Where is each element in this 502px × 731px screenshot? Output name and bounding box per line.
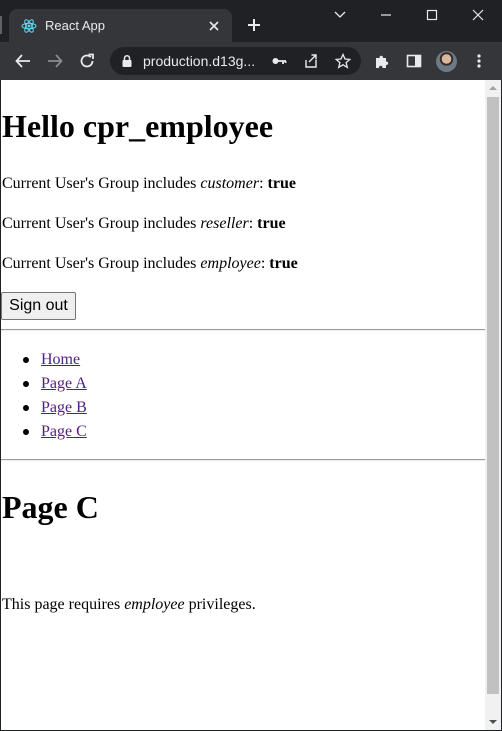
avatar[interactable] <box>436 51 457 72</box>
group-separator: : <box>260 255 270 272</box>
lock-icon[interactable] <box>120 54 134 68</box>
nav-link-page-b[interactable]: Page B <box>41 399 87 416</box>
share-icon[interactable] <box>302 52 320 70</box>
section-title: Page C <box>2 489 99 525</box>
group-name: reseller <box>200 215 249 232</box>
divider-bottom <box>1 459 485 461</box>
list-item: Page C <box>1 420 87 444</box>
browser-tab[interactable]: React App <box>9 9 232 42</box>
close-icon[interactable] <box>204 16 224 36</box>
nav-link-home[interactable]: Home <box>41 351 80 368</box>
group-separator: : <box>248 215 258 232</box>
group-prefix: Current User's Group includes <box>2 215 201 232</box>
group-prefix: Current User's Group includes <box>2 255 201 272</box>
notice-suffix: privileges. <box>184 596 256 613</box>
sign-out-button[interactable]: Sign out <box>1 292 76 320</box>
page-viewport: Hello cpr_employee Current User's Group … <box>1 80 501 730</box>
group-line-employee: Current User's Group includes employee: … <box>2 255 298 273</box>
vertical-scrollbar[interactable] <box>485 80 501 730</box>
group-value: true <box>257 215 286 232</box>
group-prefix: Current User's Group includes <box>2 175 201 192</box>
arrow-left-icon[interactable] <box>11 49 35 73</box>
maximize-icon[interactable] <box>422 5 442 25</box>
key-icon[interactable] <box>270 52 288 70</box>
browser-toolbar: production.d13g... <box>0 42 502 80</box>
side-panel-icon[interactable] <box>402 49 426 73</box>
notice-role: employee <box>124 596 185 613</box>
group-value: true <box>269 255 298 272</box>
group-line-customer: Current User's Group includes customer: … <box>2 175 296 193</box>
page-title: Hello cpr_employee <box>2 108 274 144</box>
star-icon[interactable] <box>334 52 352 70</box>
minimize-icon[interactable] <box>376 5 396 25</box>
divider-top <box>1 329 485 331</box>
list-item: Home <box>1 348 87 372</box>
tab-title: React App <box>45 18 105 33</box>
address-bar[interactable]: production.d13g... <box>110 47 361 75</box>
privilege-notice: This page requires employee privileges. <box>2 596 256 614</box>
kebab-menu-icon[interactable] <box>467 49 491 73</box>
browser-title-bar: React App <box>0 0 502 42</box>
page-content: Hello cpr_employee Current User's Group … <box>1 80 485 730</box>
close-icon[interactable] <box>468 5 488 25</box>
react-logo-icon <box>21 18 37 34</box>
scroll-down-arrow-icon[interactable] <box>485 714 501 730</box>
nav-link-page-a[interactable]: Page A <box>41 375 87 392</box>
scrollbar-thumb[interactable] <box>487 97 499 694</box>
arrow-right-icon[interactable] <box>43 49 67 73</box>
notice-prefix: This page requires <box>2 596 125 613</box>
url-text[interactable]: production.d13g... <box>143 53 255 69</box>
group-line-reseller: Current User's Group includes reseller: … <box>2 215 286 233</box>
group-name: employee <box>200 255 261 272</box>
puzzle-icon[interactable] <box>370 49 394 73</box>
list-item: Page B <box>1 396 87 420</box>
tab-edge <box>0 16 2 34</box>
nav-list: Home Page A Page B Page C <box>1 348 87 444</box>
nav-link-page-c[interactable]: Page C <box>41 423 87 440</box>
group-name: customer <box>200 175 260 192</box>
group-separator: : <box>259 175 268 192</box>
reload-icon[interactable] <box>75 49 99 73</box>
list-item: Page A <box>1 372 87 396</box>
scroll-up-arrow-icon[interactable] <box>485 80 501 96</box>
plus-icon[interactable] <box>244 15 264 35</box>
group-value: true <box>267 175 296 192</box>
chevron-down-icon[interactable] <box>330 5 350 25</box>
